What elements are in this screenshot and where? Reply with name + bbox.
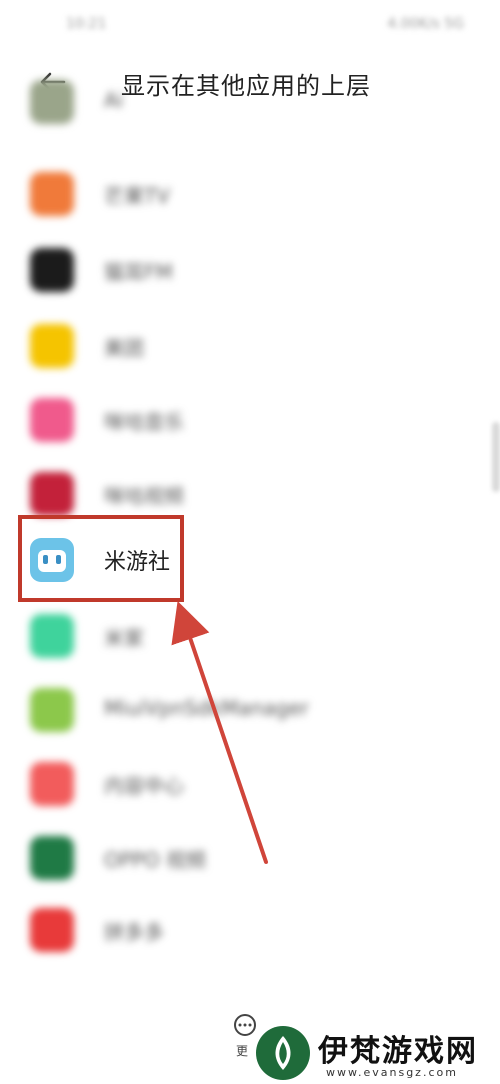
app-icon	[30, 398, 74, 442]
app-icon	[30, 614, 74, 658]
app-row[interactable]: 芒果TV	[0, 164, 500, 224]
app-row[interactable]: 猫耳FM	[0, 240, 500, 300]
watermark-logo	[256, 1026, 310, 1080]
app-icon	[30, 80, 74, 124]
app-icon	[30, 688, 74, 732]
app-name: 美团	[104, 336, 144, 360]
watermark-url: www.evansgz.com	[326, 1066, 458, 1079]
app-icon	[30, 172, 74, 216]
status-left: 10:21	[66, 16, 107, 32]
app-name: 咪咕视频	[104, 484, 184, 508]
app-icon	[30, 908, 74, 952]
scrollbar[interactable]	[492, 422, 500, 492]
app-name: 米家	[104, 626, 144, 650]
watermark-brand: 伊梵游戏网	[318, 1034, 478, 1069]
app-icon	[30, 324, 74, 368]
app-name: 内容中心	[104, 774, 184, 798]
app-name: MiuiVpnSdkManager	[104, 696, 309, 720]
app-name: Ai	[104, 88, 124, 112]
status-right: 4.00K/s 5G	[387, 16, 464, 32]
app-row[interactable]: 拼多多	[0, 900, 500, 960]
app-row[interactable]: 咪咕音乐	[0, 390, 500, 450]
app-row[interactable]: MiuiVpnSdkManager	[0, 680, 500, 740]
app-row[interactable]: 美团	[0, 316, 500, 376]
page-title: 显示在其他应用的上层	[121, 72, 371, 100]
app-name: 芒果TV	[104, 184, 170, 208]
app-name: 咪咕音乐	[104, 410, 184, 434]
highlight-box	[18, 515, 184, 602]
app-icon	[30, 248, 74, 292]
app-icon	[30, 472, 74, 516]
app-row[interactable]: 内容中心	[0, 754, 500, 814]
app-row[interactable]: Ai	[0, 80, 500, 158]
more-label: 更	[236, 1044, 249, 1058]
app-row[interactable]: 米家	[0, 606, 500, 666]
app-icon	[30, 762, 74, 806]
app-name: OPPO 视频	[104, 848, 206, 872]
status-bar: 10:21 4.00K/s 5G	[0, 0, 500, 52]
app-icon	[30, 836, 74, 880]
app-name: 拼多多	[104, 920, 164, 944]
app-row[interactable]: OPPO 视频	[0, 828, 500, 888]
app-name: 猫耳FM	[104, 260, 173, 284]
